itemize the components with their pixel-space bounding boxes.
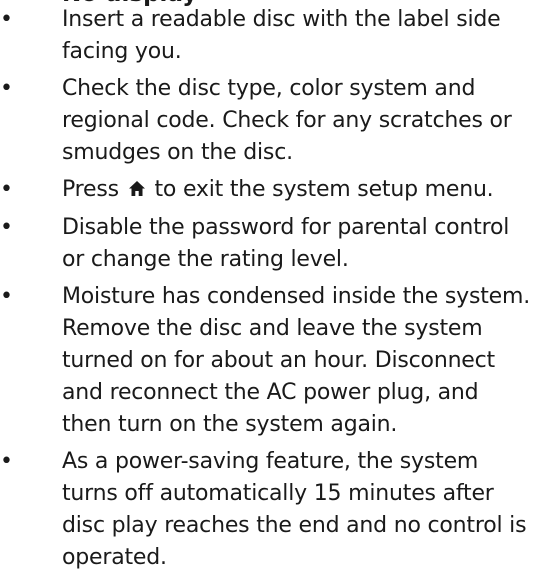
list-item-text: Check the disc type, color system and re… bbox=[62, 76, 512, 165]
list-item: • Moisture has condensed inside the syst… bbox=[0, 281, 540, 441]
list-item: • Insert a readable disc with the label … bbox=[0, 4, 540, 68]
list-item-text: As a power-saving feature, the system tu… bbox=[62, 449, 527, 570]
list-item-text: Insert a readable disc with the label si… bbox=[62, 7, 501, 64]
bullet: • bbox=[0, 76, 13, 101]
list-item: • Disable the password for parental cont… bbox=[0, 212, 540, 276]
list-item-text: Moisture has condensed inside the system… bbox=[62, 284, 531, 437]
list-item: • As a power-saving feature, the system … bbox=[0, 446, 540, 574]
list-item-text: Disable the password for parental contro… bbox=[62, 215, 510, 272]
list-item: • Press to exit the system setup menu. bbox=[0, 174, 540, 207]
bullet: • bbox=[0, 215, 13, 240]
bullet: • bbox=[0, 284, 13, 309]
list-item: • Check the disc type, color system and … bbox=[0, 73, 540, 169]
bullet: • bbox=[0, 449, 13, 474]
list-item-text-before: Press bbox=[62, 177, 119, 202]
bullet: • bbox=[0, 7, 13, 32]
home-icon bbox=[128, 175, 146, 207]
bullet: • bbox=[0, 177, 13, 202]
manual-page: No display • Insert a readable disc with… bbox=[0, 0, 540, 588]
list-item-text-after: to exit the system setup menu. bbox=[154, 177, 494, 202]
troubleshooting-list: • Insert a readable disc with the label … bbox=[0, 4, 540, 579]
